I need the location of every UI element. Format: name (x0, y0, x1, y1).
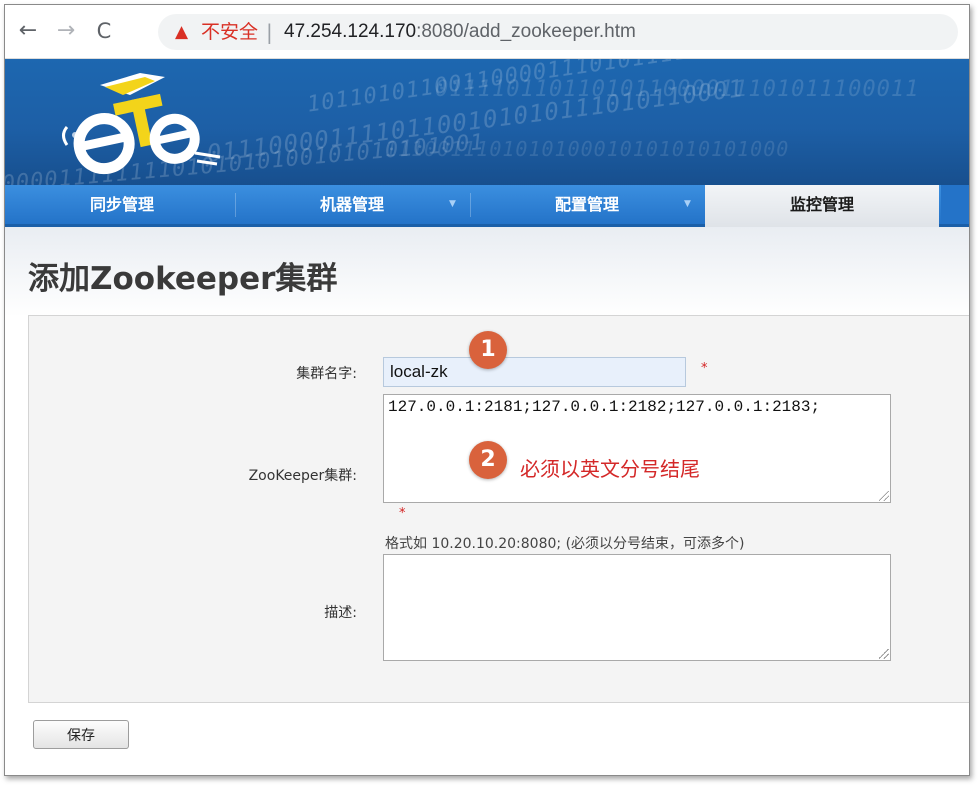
browser-window: ← → C ▲ 不安全 | 47.254.124.170:8080/add_zo… (4, 4, 970, 776)
url-path: :8080/add_zookeeper.htm (416, 21, 636, 42)
tab-label: 监控管理 (789, 195, 854, 214)
tab-label: 机器管理 (319, 195, 384, 214)
resize-grip-icon[interactable] (879, 649, 889, 659)
site-banner: 1011010110011000011101011110001111 01111… (5, 59, 969, 185)
annotation-badge-1: 1 (469, 331, 507, 369)
reload-icon[interactable]: C (91, 18, 117, 44)
url-separator: | (266, 20, 273, 44)
resize-grip-icon[interactable] (879, 491, 889, 501)
tab-machine-management[interactable]: 机器管理 ▼ (235, 185, 469, 224)
required-mark: * (701, 361, 708, 376)
save-button[interactable]: 保存 (33, 720, 129, 749)
caret-down-icon: ▼ (449, 199, 456, 209)
ete-logo (62, 73, 221, 175)
url-host: 47.254.124.170 (284, 21, 417, 42)
forward-arrow-icon[interactable]: → (53, 18, 79, 44)
description-label: 描述: (324, 605, 357, 621)
cluster-name-label: 集群名字: (296, 366, 357, 382)
tab-config-management[interactable]: 配置管理 ▼ (470, 185, 704, 224)
tab-overflow (941, 185, 969, 224)
browser-toolbar: ← → C ▲ 不安全 | 47.254.124.170:8080/add_zo… (5, 5, 969, 59)
main-nav: 同步管理 机器管理 ▼ 配置管理 ▼ 监控管理 (5, 185, 969, 227)
annotation-badge-2: 2 (469, 441, 507, 479)
back-arrow-icon[interactable]: ← (15, 18, 41, 44)
cluster-name-input[interactable] (383, 357, 686, 387)
address-bar[interactable]: ▲ 不安全 | 47.254.124.170:8080/add_zookeepe… (158, 14, 958, 50)
tab-sync-management[interactable]: 同步管理 (5, 185, 239, 224)
caret-down-icon: ▼ (684, 199, 691, 209)
url-text[interactable]: 47.254.124.170:8080/add_zookeeper.htm (284, 21, 636, 43)
warning-icon[interactable]: ▲ (175, 22, 195, 42)
tab-label: 配置管理 (554, 195, 619, 214)
zk-cluster-label: ZooKeeper集群: (248, 468, 357, 484)
zk-format-hint: 格式如 10.20.10.20:8080; (必须以分号结束，可添多个) (385, 536, 745, 552)
tab-label: 同步管理 (89, 195, 154, 214)
page-title: 添加Zookeeper集群 (28, 261, 338, 297)
annotation-note: 必须以英文分号结尾 (520, 457, 700, 481)
required-mark: * (399, 506, 406, 521)
insecure-label[interactable]: 不安全 (201, 21, 258, 43)
zk-cluster-textarea[interactable]: 127.0.0.1:2181;127.0.0.1:2182;127.0.0.1:… (383, 394, 891, 503)
tab-monitor-management[interactable]: 监控管理 (705, 185, 939, 227)
description-textarea[interactable] (383, 554, 891, 661)
